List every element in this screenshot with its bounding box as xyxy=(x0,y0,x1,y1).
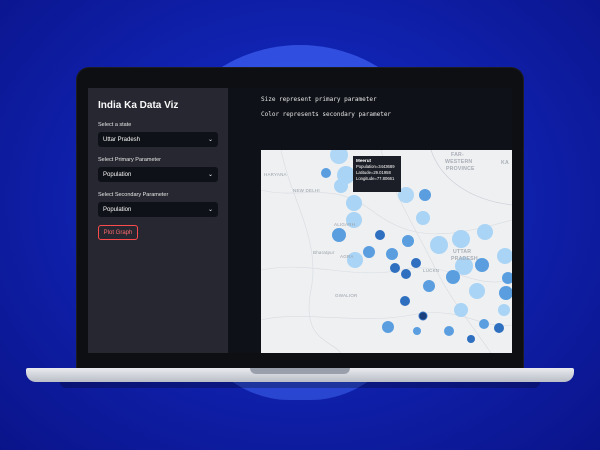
sidebar: India Ka Data Viz Select a state Uttar P… xyxy=(88,88,228,353)
map-label-agra: AGRA xyxy=(340,254,354,259)
laptop-notch xyxy=(250,368,350,374)
map-bubble xyxy=(363,246,375,258)
map-bubble xyxy=(418,311,428,321)
map-bubble xyxy=(497,248,512,264)
primary-label: Select Primary Parameter xyxy=(98,157,161,163)
map-bubble xyxy=(411,258,421,268)
map-label-ka: KA xyxy=(501,160,509,166)
map-bubble xyxy=(416,211,430,225)
chevron-down-icon: ⌄ xyxy=(207,137,213,143)
map-bubble xyxy=(402,235,414,247)
map-bubble xyxy=(375,230,385,240)
laptop-screen: India Ka Data Viz Select a state Uttar P… xyxy=(88,88,512,353)
map-bubble xyxy=(382,321,394,333)
map-label-lucknow: LUCKN xyxy=(423,268,440,273)
map-bubble xyxy=(400,296,410,306)
map-bubble xyxy=(498,304,510,316)
map-label-aligarh: ALIGARH xyxy=(334,222,356,227)
map-bubble xyxy=(413,327,421,335)
map-label-province: PROVINCE xyxy=(446,166,475,172)
tooltip-longitude: Longitude=77.80661 xyxy=(356,176,395,181)
map-bubble xyxy=(444,326,454,336)
chevron-down-icon: ⌄ xyxy=(207,172,213,178)
map-bubble xyxy=(390,263,400,273)
state-label: Select a state xyxy=(98,122,132,128)
map-bubble xyxy=(477,224,493,240)
map-bubble xyxy=(332,228,346,242)
map-bubble xyxy=(452,230,470,248)
map-label-bharatpur: Bharatpur xyxy=(313,250,335,255)
main-panel: Size represent primary parameter Color r… xyxy=(228,88,512,353)
map-bubble xyxy=(334,179,348,193)
map-bubble xyxy=(423,280,435,292)
size-caption: Size represent primary parameter xyxy=(261,96,377,103)
chevron-down-icon: ⌄ xyxy=(207,207,213,213)
map-bubble xyxy=(321,168,331,178)
map-bubble xyxy=(401,269,411,279)
app-title: India Ka Data Viz xyxy=(98,100,179,111)
secondary-select-value: Population xyxy=(103,206,132,213)
secondary-label: Select Secondary Parameter xyxy=(98,192,169,198)
primary-select-value: Population xyxy=(103,171,132,178)
map-bubble xyxy=(494,323,504,333)
color-caption: Color represents secondary parameter xyxy=(261,111,392,118)
bubble-map[interactable]: HARYANA NEW DELHI FAR- WESTERN PROVINCE … xyxy=(261,150,512,353)
map-bubble xyxy=(346,195,362,211)
plot-graph-button[interactable]: Plot Graph xyxy=(98,225,138,240)
map-bubble xyxy=(330,150,348,164)
map-label-uttar: UTTAR xyxy=(453,249,472,255)
map-label-gwalior: GWALIOR xyxy=(335,293,358,298)
map-tooltip: Meerut Population=3443689 Latitude=29.01… xyxy=(353,156,401,192)
map-bubble xyxy=(446,270,460,284)
map-bubble xyxy=(419,189,431,201)
map-label-haryana: HARYANA xyxy=(264,172,287,177)
map-bubble xyxy=(469,283,485,299)
map-bubble xyxy=(502,272,512,284)
map-label-new-delhi: NEW DELHI xyxy=(293,188,320,193)
state-select[interactable]: Uttar Pradesh ⌄ xyxy=(98,132,218,147)
map-label-far: FAR- xyxy=(451,152,464,158)
map-bubble xyxy=(467,335,475,343)
map-bubble xyxy=(386,248,398,260)
map-label-western: WESTERN xyxy=(445,159,473,165)
map-label-pradesh: PRADESH xyxy=(451,256,478,262)
map-bubble xyxy=(479,319,489,329)
map-bubble xyxy=(454,303,468,317)
laptop-shadow xyxy=(60,382,540,388)
map-bubble xyxy=(499,286,512,300)
state-select-value: Uttar Pradesh xyxy=(103,136,141,143)
primary-select[interactable]: Population ⌄ xyxy=(98,167,218,182)
map-bubble xyxy=(430,236,448,254)
secondary-select[interactable]: Population ⌄ xyxy=(98,202,218,217)
